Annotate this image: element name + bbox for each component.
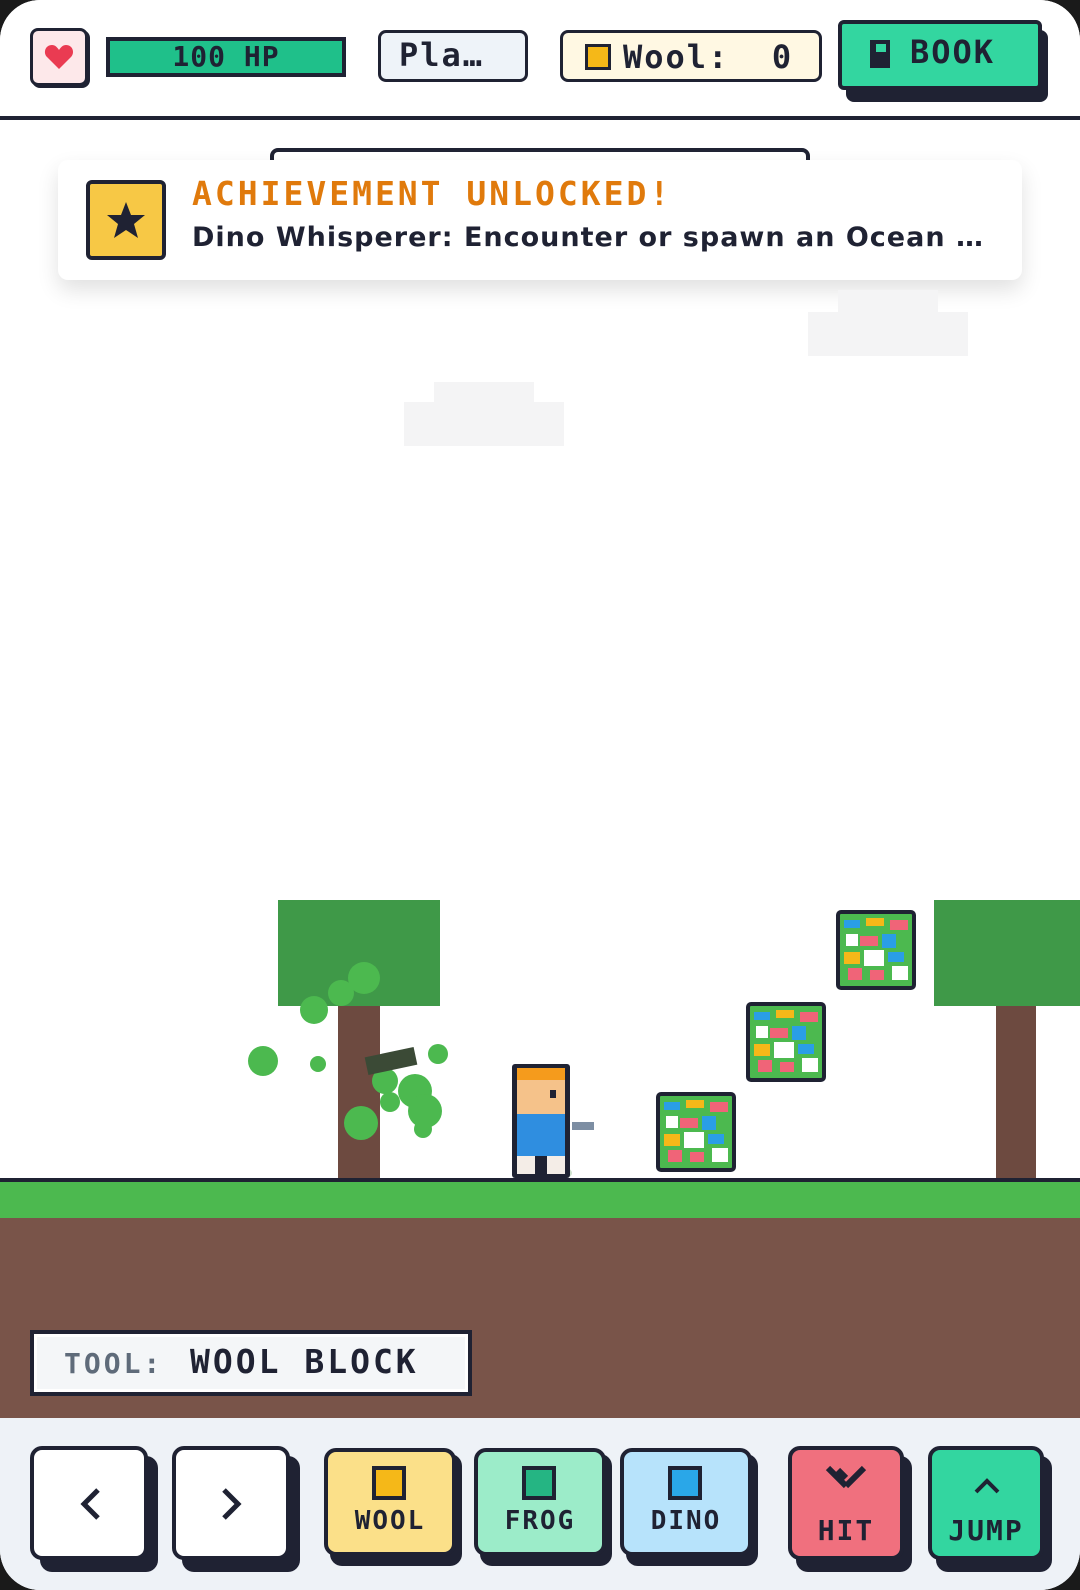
wool-block[interactable]	[746, 1002, 826, 1082]
top-hud: 100 HP Pla… Wool: 0 BOOK	[0, 0, 1080, 120]
pickaxe-icon	[825, 1465, 867, 1489]
wool-counter-label: Wool:	[623, 38, 730, 76]
heart-icon	[44, 45, 74, 69]
current-tool: TOOL: WOOL BLOCK	[30, 1330, 472, 1396]
dino-swatch	[668, 1466, 702, 1500]
hit-button[interactable]: HIT	[788, 1446, 912, 1572]
wool-button-label: WOOL	[354, 1506, 426, 1536]
achievement-title: ACHIEVEMENT UNLOCKED!	[192, 174, 673, 213]
wool-icon	[585, 44, 611, 70]
chevron-left-icon	[80, 1488, 100, 1520]
select-wool-button[interactable]: WOOL	[324, 1448, 462, 1566]
achievement-toast: ACHIEVEMENT UNLOCKED! Dino Whisperer: En…	[58, 160, 1022, 280]
hit-button-label: HIT	[817, 1514, 875, 1547]
move-right-button[interactable]	[172, 1446, 300, 1572]
cloud	[404, 402, 564, 446]
grass-layer	[0, 1178, 1080, 1218]
player-character	[512, 1064, 572, 1182]
dino-button-label: DINO	[650, 1506, 722, 1536]
book-label: BOOK	[910, 33, 996, 71]
cloud	[808, 312, 968, 356]
wool-block[interactable]	[836, 910, 916, 990]
wool-block[interactable]	[656, 1092, 736, 1172]
health-indicator	[30, 28, 88, 86]
tree-leaves	[934, 900, 1080, 1006]
select-dino-button[interactable]: DINO	[620, 1448, 758, 1566]
control-bar: WOOL FROG DINO HIT JUMP	[0, 1418, 1080, 1590]
wool-counter: Wool: 0	[560, 30, 822, 82]
frog-button-label: FROG	[504, 1506, 576, 1536]
wool-swatch	[372, 1466, 406, 1500]
wool-count: 0	[771, 38, 794, 76]
player-name[interactable]: Pla…	[378, 30, 528, 82]
jump-button[interactable]: JUMP	[928, 1446, 1052, 1572]
game-screen: 100 HP Pla… Wool: 0 BOOK ACHIEVEMENT UNL…	[0, 0, 1080, 1590]
jump-button-label: JUMP	[948, 1514, 1024, 1547]
tool-key: TOOL:	[64, 1347, 164, 1380]
move-left-button[interactable]	[30, 1446, 158, 1572]
chevron-up-icon	[974, 1478, 1000, 1494]
select-frog-button[interactable]: FROG	[474, 1448, 612, 1566]
book-icon	[870, 40, 890, 68]
book-button[interactable]: BOOK	[838, 20, 1048, 102]
star-icon	[107, 202, 145, 238]
achievement-description: Dino Whisperer: Encounter or spawn an Oc…	[192, 222, 984, 253]
achievement-badge	[86, 180, 166, 260]
hp-bar: 100 HP	[106, 37, 346, 77]
tree-trunk	[996, 1004, 1036, 1180]
tool-value: WOOL BLOCK	[190, 1342, 419, 1381]
tree-trunk	[338, 1004, 380, 1180]
chevron-right-icon	[222, 1488, 242, 1520]
tool-in-hand	[572, 1122, 594, 1130]
frog-swatch	[522, 1466, 556, 1500]
